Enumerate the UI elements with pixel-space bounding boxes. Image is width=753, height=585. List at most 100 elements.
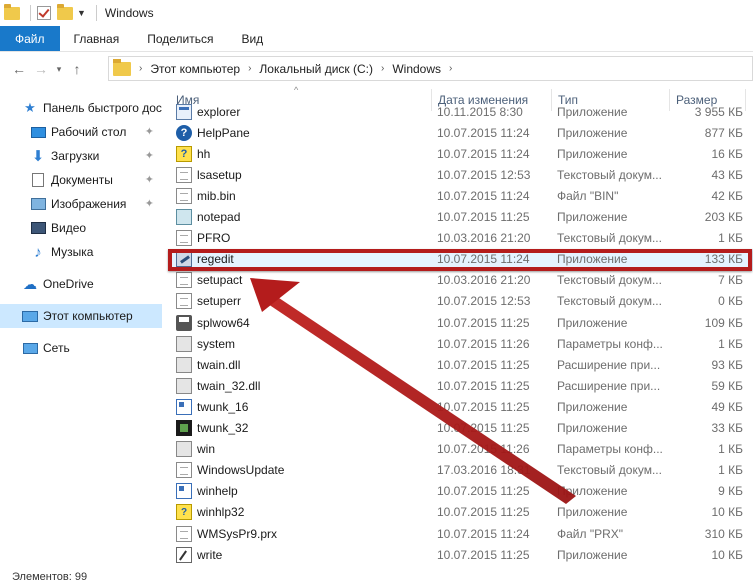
file-type: Приложение <box>557 399 628 414</box>
file-type: Расширение при... <box>557 357 661 372</box>
table-row[interactable]: system 10.07.2015 11:26 Параметры конф... 1… <box>170 333 753 354</box>
file-type: Текстовый докум... <box>557 167 662 182</box>
table-row[interactable]: WMSysPr9.prx 10.07.2015 11:24 Файл "PRX" 31… <box>170 523 753 544</box>
new-folder-icon[interactable] <box>57 4 73 21</box>
table-row[interactable]: twain.dll 10.07.2015 11:25 Расширение при.… <box>170 354 753 375</box>
tab-view[interactable]: Вид <box>227 26 277 51</box>
file-size: 310 КБ <box>704 526 743 541</box>
file-date: 10.07.2015 11:24 <box>437 188 530 203</box>
breadcrumb-separator-icon[interactable]: › <box>381 63 384 74</box>
table-row[interactable]: twunk_16 10.07.2015 11:25 Приложение 49 КБ <box>170 396 753 417</box>
file-type: Приложение <box>557 505 628 520</box>
back-arrow-icon[interactable]: ← <box>8 61 30 77</box>
table-row[interactable]: setupact 10.03.2016 21:20 Текстовый докум.… <box>170 270 753 291</box>
table-row[interactable]: ? winhlp32 10.07.2015 11:25 Приложение 10 КБ <box>170 502 753 523</box>
sidebar-item-music[interactable]: ♪ Музыка <box>0 240 162 264</box>
forward-arrow-icon[interactable]: → <box>30 61 52 77</box>
file-name-cell: twain.dll <box>176 354 431 375</box>
navigation-bar: ← → ▾ ↑ › Этот компьютер › Локальный дис… <box>0 55 753 83</box>
table-row[interactable]: ? HelpPane 10.07.2015 11:24 Приложение 877 К… <box>170 122 753 143</box>
table-row[interactable]: twain_32.dll 10.07.2015 11:25 Расширение п… <box>170 375 753 396</box>
computer-icon <box>22 308 38 324</box>
breadcrumb-separator-icon[interactable]: › <box>139 63 142 74</box>
file-name: PFRO <box>197 231 231 246</box>
status-bar: Элементов: 99 <box>0 568 753 585</box>
quick-access-toolbar: ▼ <box>0 4 103 21</box>
ribbon-tabs: Файл Главная Поделиться Вид <box>0 26 753 52</box>
recent-locations-chevron-icon[interactable]: ▾ <box>52 64 66 75</box>
table-row[interactable]: win 10.07.2015 11:26 Параметры конф... 1 КБ <box>170 439 753 460</box>
pin-icon[interactable]: ✦ <box>145 173 154 186</box>
file-type: Приложение <box>557 315 628 330</box>
qhelp-file-icon: ? <box>176 504 192 521</box>
breadcrumb-windows[interactable]: Windows <box>392 62 441 76</box>
file-type: Текстовый докум... <box>557 294 662 309</box>
wr-file-icon <box>176 546 192 563</box>
file-name-cell: regedit <box>176 249 431 270</box>
table-row[interactable]: twunk_32 10.07.2015 11:25 Приложение 33 КБ <box>170 418 753 439</box>
table-row[interactable]: lsasetup 10.07.2015 12:53 Текстовый докум.… <box>170 164 753 185</box>
table-row[interactable]: regedit 10.07.2015 11:24 Приложение 133 КБ <box>170 248 753 270</box>
file-name: setuperr <box>197 294 242 309</box>
file-type: Приложение <box>557 146 628 161</box>
file-name-cell: ? winhlp32 <box>176 502 431 523</box>
file-type: Файл "PRX" <box>557 526 624 541</box>
file-size: 0 КБ <box>718 294 743 309</box>
pin-icon[interactable]: ✦ <box>145 197 154 210</box>
sidebar-item-label: Документы <box>51 173 113 187</box>
navigation-pane: ★ Панель быстрого доступа Рабочий стол ✦… <box>0 92 162 562</box>
file-type: Текстовый докум... <box>557 463 662 478</box>
properties-icon[interactable] <box>37 5 53 21</box>
breadcrumb-local-disk[interactable]: Локальный диск (C:) <box>259 62 373 76</box>
file-size: 49 КБ <box>711 399 743 414</box>
file-date: 10.07.2015 11:24 <box>437 526 530 541</box>
pin-icon[interactable]: ✦ <box>145 125 154 138</box>
table-row[interactable]: splwow64 10.07.2015 11:25 Приложение 109 КБ <box>170 312 753 333</box>
breadcrumb-this-pc[interactable]: Этот компьютер <box>150 62 240 76</box>
chevron-down-icon[interactable]: ▼ <box>77 8 86 18</box>
file-date: 10.07.2015 11:25 <box>437 378 530 393</box>
table-row[interactable]: WindowsUpdate 17.03.2016 18:31 Текстовый д… <box>170 460 753 481</box>
sidebar-item-downloads[interactable]: ⬇ Загрузки ✦ <box>0 144 162 168</box>
sidebar-item-onedrive[interactable]: ☁ OneDrive <box>0 272 162 296</box>
sidebar-item-quick-access[interactable]: ★ Панель быстрого доступа <box>0 96 162 120</box>
sidebar-item-pictures[interactable]: Изображения ✦ <box>0 192 162 216</box>
tab-share[interactable]: Поделиться <box>133 26 227 51</box>
file-size: 59 КБ <box>711 378 743 393</box>
sidebar-item-this-pc[interactable]: Этот компьютер <box>0 304 162 328</box>
file-type: Параметры конф... <box>557 442 663 457</box>
sidebar-item-label: Этот компьютер <box>43 309 133 323</box>
file-size: 1 КБ <box>718 442 743 457</box>
sidebar-item-documents[interactable]: Документы ✦ <box>0 168 162 192</box>
tab-file[interactable]: Файл <box>0 26 60 51</box>
file-name: WMSysPr9.prx <box>197 526 278 541</box>
reg-file-icon <box>176 251 192 268</box>
table-row[interactable]: PFRO 10.03.2016 21:20 Текстовый докум... 1 … <box>170 228 753 249</box>
table-row[interactable]: setuperr 10.07.2015 12:53 Текстовый докум.… <box>170 291 753 312</box>
table-row[interactable]: write 10.07.2015 11:25 Приложение 10 КБ <box>170 544 753 565</box>
table-row[interactable]: explorer 10.11.2015 8:30 Приложение 3 955 К… <box>170 103 753 122</box>
file-date: 10.07.2015 11:25 <box>437 421 530 435</box>
up-arrow-icon[interactable]: ↑ <box>66 61 88 77</box>
file-size: 10 КБ <box>711 547 743 562</box>
table-row[interactable]: winhelp 10.07.2015 11:25 Приложение 9 КБ <box>170 481 753 502</box>
pictures-icon <box>30 196 46 212</box>
tab-home[interactable]: Главная <box>60 26 134 51</box>
file-size: 109 КБ <box>704 315 743 330</box>
sidebar-item-video[interactable]: Видео <box>0 216 162 240</box>
file-date: 10.07.2015 11:24 <box>437 252 530 267</box>
pin-icon[interactable]: ✦ <box>145 149 154 162</box>
sidebar-item-network[interactable]: Сеть <box>0 336 162 360</box>
file-name-cell: twain_32.dll <box>176 375 431 396</box>
table-row[interactable]: ? hh 10.07.2015 11:24 Приложение 16 КБ <box>170 143 753 164</box>
file-size: 1 КБ <box>718 463 743 478</box>
table-row[interactable]: mib.bin 10.07.2015 11:24 Файл "BIN" 42 КБ <box>170 185 753 206</box>
sidebar-item-desktop[interactable]: Рабочий стол ✦ <box>0 120 162 144</box>
breadcrumb-separator-icon[interactable]: › <box>449 63 452 74</box>
file-name-cell: PFRO <box>176 228 431 249</box>
file-size: 133 КБ <box>704 252 743 267</box>
breadcrumb-separator-icon[interactable]: › <box>248 63 251 74</box>
table-row[interactable]: notepad 10.07.2015 11:25 Приложение 203 КБ <box>170 207 753 228</box>
window-title: Windows <box>104 6 154 20</box>
address-bar[interactable]: › Этот компьютер › Локальный диск (C:) ›… <box>108 56 753 81</box>
